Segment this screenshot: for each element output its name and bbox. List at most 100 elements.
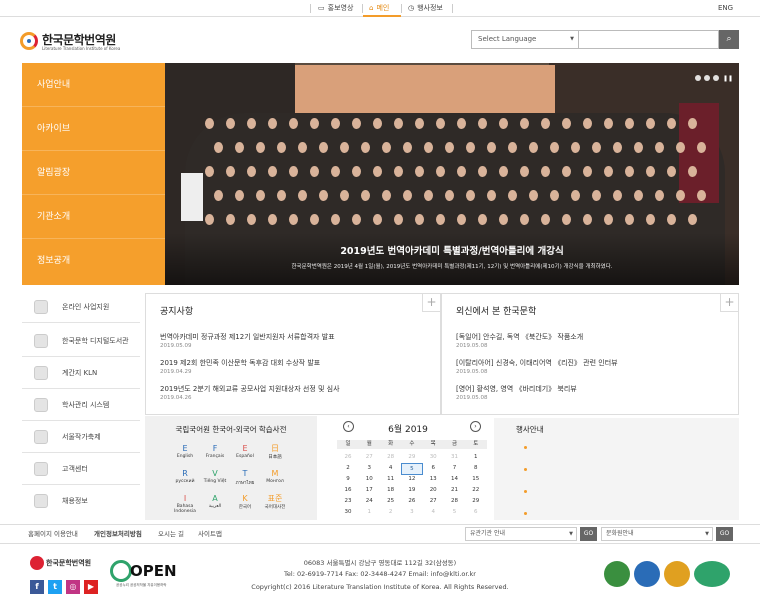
pause-icon[interactable]: ❚❚: [723, 75, 733, 82]
tab-event-info[interactable]: ◷ 행사정보: [402, 0, 452, 17]
photo-person: [499, 214, 508, 225]
quicklink-recruit[interactable]: 채용정보: [22, 485, 140, 517]
dictionary-language-link[interactable]: F Français: [203, 444, 227, 464]
calendar-day[interactable]: 24: [358, 496, 380, 506]
notice-more-button[interactable]: +: [422, 294, 440, 312]
site-logo[interactable]: 한국문학번역원 Literature Translation Institute…: [20, 30, 140, 54]
search-input[interactable]: [579, 30, 719, 49]
foreign-item[interactable]: [영어] 황석영, 영역 《바리데기》 북리뷰: [456, 384, 577, 394]
calendar-day[interactable]: 15: [465, 474, 487, 484]
footer-link-usage[interactable]: 홈페이지 이용안내: [28, 525, 78, 543]
notice-item[interactable]: 번역아카데미 정규과정 제12기 일반지원자 서류합격자 발표: [160, 332, 335, 342]
hero-slideshow[interactable]: ❚❚ 2019년도 번역아카데미 특별과정/번역아틀리에 개강식 한국문학번역원…: [165, 63, 739, 285]
calendar-day[interactable]: 13: [422, 474, 444, 484]
calendar-day[interactable]: 10: [358, 474, 380, 484]
calendar-next-button[interactable]: ›: [470, 421, 481, 432]
quicklink-customer-center[interactable]: 고객센터: [22, 453, 140, 485]
tab-promo-video[interactable]: ▭ 홍보영상: [312, 0, 362, 17]
calendar-day[interactable]: 26: [401, 496, 423, 506]
calendar-day[interactable]: 8: [465, 463, 487, 473]
calendar-day[interactable]: 1: [465, 452, 487, 462]
menu-item-notice-square[interactable]: 알림광장: [22, 151, 165, 195]
calendar-day[interactable]: 6: [422, 463, 444, 473]
slide-dot[interactable]: [704, 75, 710, 81]
dictionary-language-link[interactable]: Rрусский: [173, 469, 197, 489]
dictionary-language-link[interactable]: E English: [173, 444, 197, 464]
search-button[interactable]: ⌕: [719, 30, 739, 49]
calendar-day[interactable]: 18: [380, 485, 402, 495]
language-select[interactable]: Select Language ▼: [471, 30, 579, 49]
notice-date: 2019.04.29: [160, 369, 192, 375]
dictionary-language-link[interactable]: T ภาษาไทย: [233, 469, 257, 489]
calendar-day[interactable]: 17: [358, 485, 380, 495]
footer-link-directions[interactable]: 오시는 길: [158, 525, 184, 543]
related-institutions-select[interactable]: 유관기관 안내 ▼: [465, 527, 577, 541]
calendar-day[interactable]: 14: [444, 474, 466, 484]
calendar-day[interactable]: 2: [380, 507, 402, 517]
calendar-day[interactable]: 30: [337, 507, 359, 517]
photo-person: [688, 166, 697, 177]
calendar-day[interactable]: 19: [401, 485, 423, 495]
photo-person: [298, 190, 307, 201]
dictionary-language-link[interactable]: A العربية: [203, 494, 227, 514]
notice-item[interactable]: 2019 제2회 한민족 이산문학 독후감 대회 수상작 발표: [160, 358, 320, 368]
calendar-day[interactable]: 9: [337, 474, 359, 484]
calendar-day[interactable]: 3: [401, 507, 423, 517]
calendar-day[interactable]: 5: [444, 507, 466, 517]
calendar-day[interactable]: 7: [444, 463, 466, 473]
calendar-day[interactable]: 1: [358, 507, 380, 517]
culture-go-button[interactable]: GO: [716, 527, 733, 541]
calendar-day[interactable]: 25: [380, 496, 402, 506]
dictionary-language-link[interactable]: I Bahasa Indonesia: [173, 494, 197, 514]
calendar-day[interactable]: 29: [465, 496, 487, 506]
calendar-day[interactable]: 2: [337, 463, 359, 473]
english-link[interactable]: ENG: [712, 0, 742, 17]
quicklink-online-support[interactable]: 온라인 사업지원: [22, 291, 140, 323]
calendar-day[interactable]: 4: [380, 463, 402, 473]
calendar-day[interactable]: 4: [422, 507, 444, 517]
footer-link-privacy[interactable]: 개인정보처리방침: [94, 525, 142, 543]
footer-link-sitemap[interactable]: 사이트맵: [198, 525, 222, 543]
photo-person: [466, 142, 475, 153]
tab-main[interactable]: ⌂ 메인: [363, 0, 401, 17]
calendar-day[interactable]: 22: [465, 485, 487, 495]
dictionary-language-link[interactable]: K 한국어: [233, 494, 257, 514]
menu-item-about[interactable]: 기관소개: [22, 195, 165, 239]
calendar-day[interactable]: 16: [337, 485, 359, 495]
dictionary-language-link[interactable]: 日日本語: [263, 444, 287, 464]
calendar-day[interactable]: 21: [444, 485, 466, 495]
menu-item-archive[interactable]: 아카이브: [22, 107, 165, 151]
dictionary-language-link[interactable]: 표준 국어대사전: [263, 494, 287, 514]
slide-dot[interactable]: [713, 75, 719, 81]
dictionary-language-link[interactable]: E Español: [233, 444, 257, 464]
calendar-day[interactable]: 26: [337, 452, 359, 462]
dictionary-language-link[interactable]: V Tiếng Việt: [203, 469, 227, 489]
calendar-day[interactable]: 28: [380, 452, 402, 462]
foreign-more-button[interactable]: +: [720, 294, 738, 312]
quicklink-academic-system[interactable]: 학사관리 시스템: [22, 389, 140, 421]
calendar-day[interactable]: 3: [358, 463, 380, 473]
quicklink-kln[interactable]: 계간지 KLN: [22, 357, 140, 389]
culture-center-select[interactable]: 문화원안내 ▼: [601, 527, 713, 541]
calendar-day[interactable]: 27: [422, 496, 444, 506]
foreign-item[interactable]: [이탈리아어] 신경숙, 이태리어역 《리진》 관련 인터뷰: [456, 358, 618, 368]
notice-item[interactable]: 2019년도 2분기 해외교류 공모사업 지원대상자 선정 및 심사: [160, 384, 340, 394]
calendar-day[interactable]: 11: [380, 474, 402, 484]
calendar-day[interactable]: 23: [337, 496, 359, 506]
calendar-day[interactable]: 6: [465, 507, 487, 517]
calendar-day[interactable]: 31: [444, 452, 466, 462]
quicklink-writers-festival[interactable]: 서울작가축제: [22, 421, 140, 453]
dictionary-language-link[interactable]: M Монгол: [263, 469, 287, 489]
calendar-day[interactable]: 12: [401, 474, 423, 484]
calendar-day[interactable]: 29: [401, 452, 423, 462]
related-go-button[interactable]: GO: [580, 527, 597, 541]
calendar-day[interactable]: 20: [422, 485, 444, 495]
foreign-item[interactable]: [독일어] 안수길, 독역 《북간도》 작품소개: [456, 332, 583, 342]
calendar-day[interactable]: 28: [444, 496, 466, 506]
quicklink-digital-library[interactable]: 한국문학 디지털도서관: [22, 325, 140, 357]
menu-item-disclosure[interactable]: 정보공개: [22, 239, 165, 283]
slide-dot[interactable]: [695, 75, 701, 81]
calendar-day[interactable]: 27: [358, 452, 380, 462]
menu-item-business[interactable]: 사업안내: [22, 63, 165, 107]
calendar-day[interactable]: 30: [422, 452, 444, 462]
